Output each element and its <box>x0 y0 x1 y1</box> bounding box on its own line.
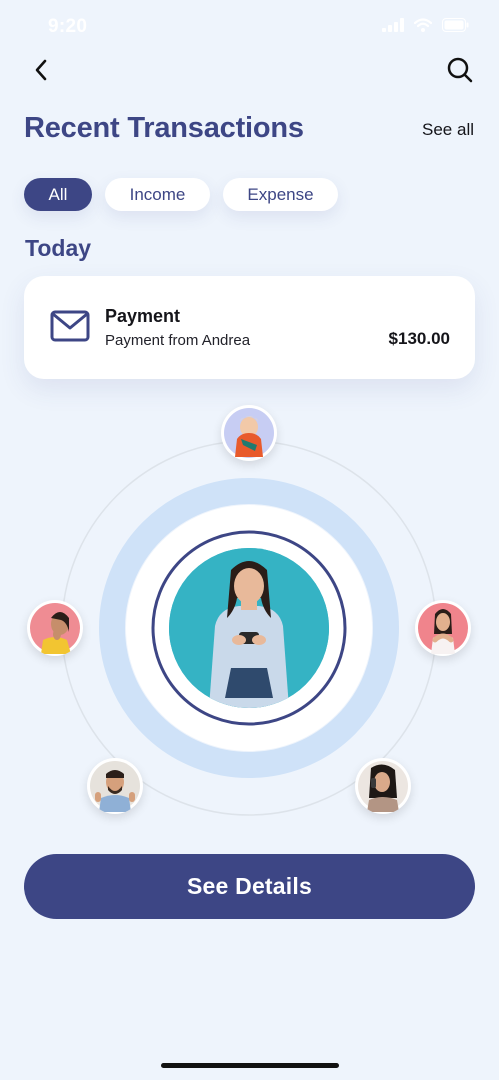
main-avatar <box>169 548 329 708</box>
transaction-title: Payment <box>105 306 181 326</box>
search-icon <box>447 57 473 83</box>
contacts-orbit <box>0 395 499 835</box>
status-bar: 9:20 <box>0 0 499 54</box>
status-icons <box>382 18 469 32</box>
filter-chip-income[interactable]: Income <box>105 178 210 211</box>
transaction-amount: $130.00 <box>388 329 450 348</box>
page-title: Recent Transactions <box>24 112 304 144</box>
contact-avatar-top[interactable] <box>221 405 277 461</box>
chevron-left-icon <box>35 59 47 81</box>
search-button[interactable] <box>442 52 478 88</box>
contact-avatar-right[interactable] <box>415 600 471 656</box>
mail-icon <box>50 310 90 342</box>
see-details-button[interactable]: See Details <box>24 854 475 919</box>
contact-avatar-left[interactable] <box>27 600 83 656</box>
signal-icon <box>382 18 404 32</box>
filter-chip-all[interactable]: All <box>24 178 92 211</box>
transaction-subtitle: Payment from Andrea <box>105 332 251 349</box>
section-label-today: Today <box>25 235 92 261</box>
contact-avatar-bottom-left[interactable] <box>87 758 143 814</box>
home-indicator <box>161 1063 339 1068</box>
back-button[interactable] <box>23 52 59 88</box>
battery-icon <box>442 18 469 32</box>
transaction-card[interactable]: Payment Payment from Andrea $130.00 <box>24 276 475 379</box>
status-time: 9:20 <box>48 16 88 37</box>
see-all-link[interactable]: See all <box>422 120 474 140</box>
wifi-icon <box>414 18 432 32</box>
contact-avatar-bottom-right[interactable] <box>355 758 411 814</box>
filter-chips: All Income Expense <box>24 178 338 211</box>
filter-chip-expense[interactable]: Expense <box>223 178 338 211</box>
